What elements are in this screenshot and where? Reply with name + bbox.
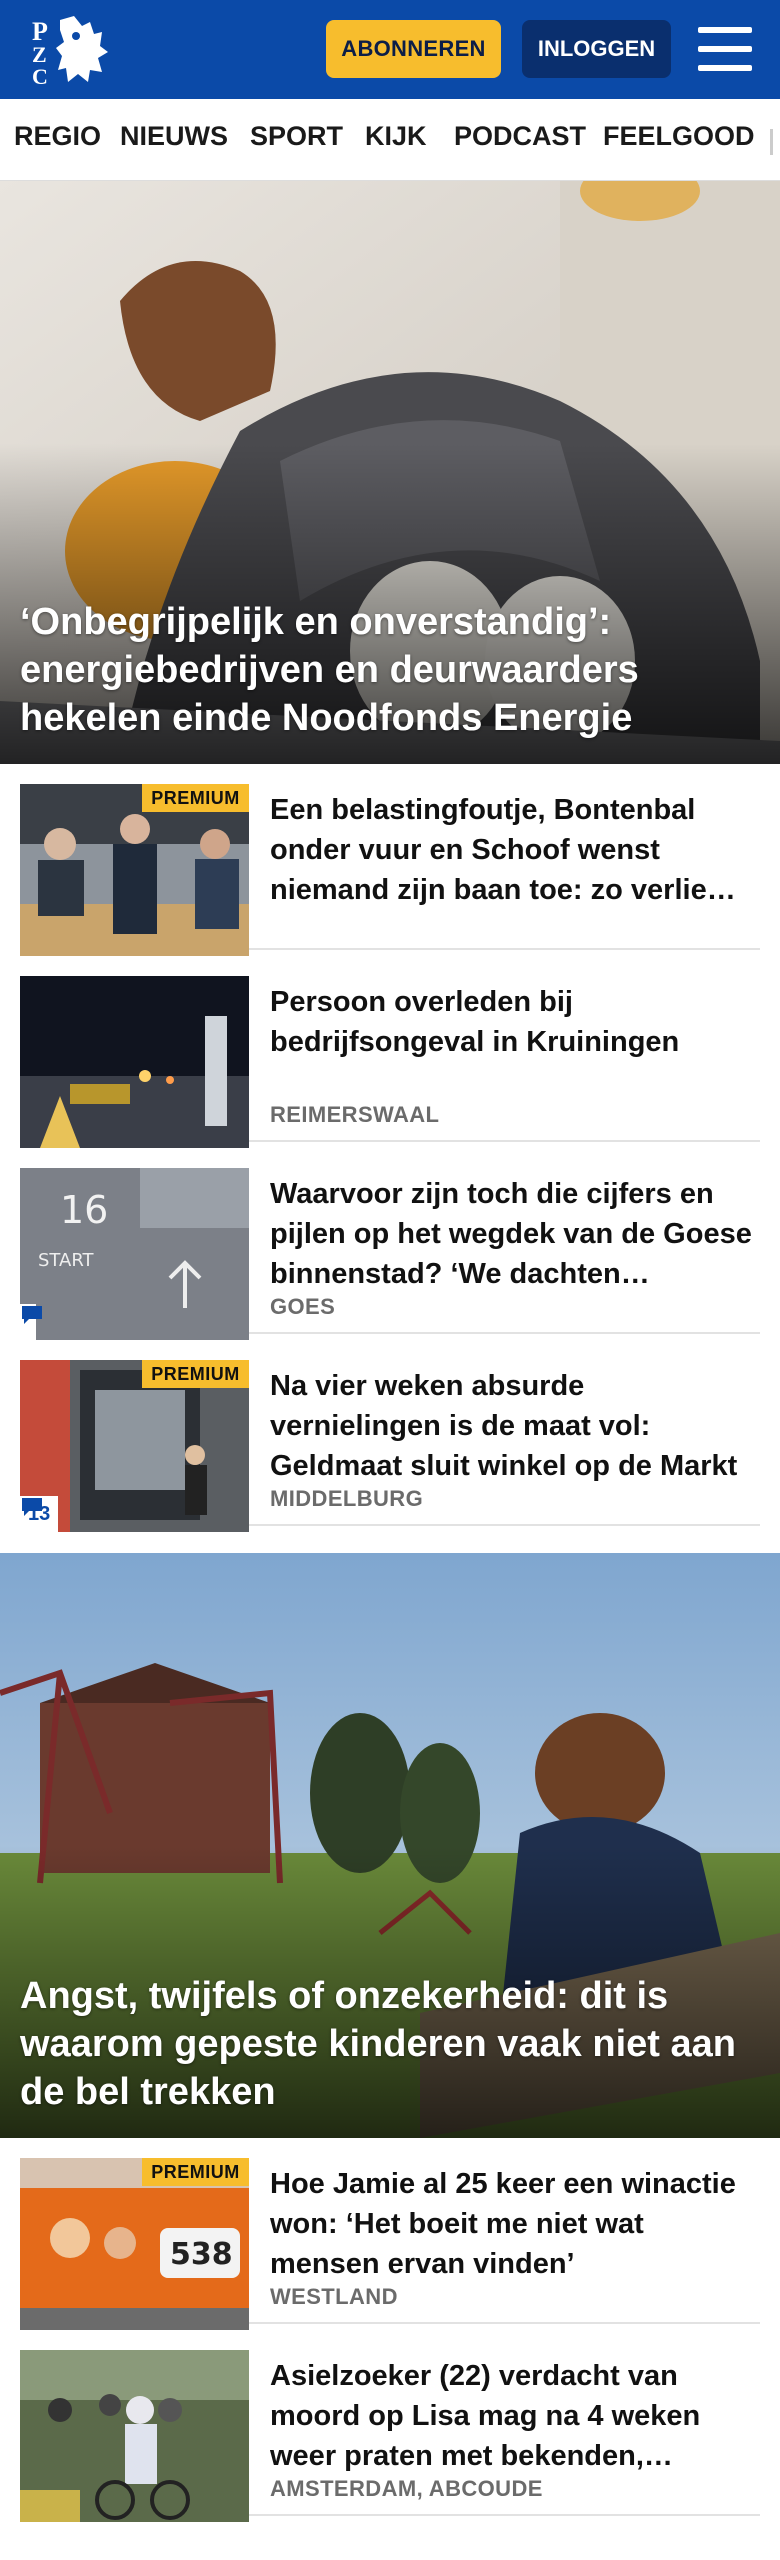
article-headline[interactable]: Na vier weken absurde vernielingen is de… bbox=[270, 1366, 760, 1486]
nav-item-kijk[interactable]: KIJK bbox=[365, 121, 427, 152]
list-item[interactable]: Persoon overleden bij bedrijfsongeval in… bbox=[20, 956, 760, 1148]
article-thumbnail: 538 PREMIUM bbox=[20, 2158, 249, 2330]
section-nav: REGIO NIEUWS SPORT KIJK PODCAST FEELGOOD bbox=[0, 99, 780, 181]
nav-item-nieuws[interactable]: NIEUWS bbox=[120, 121, 228, 152]
menu-icon[interactable] bbox=[698, 27, 752, 71]
article-thumbnail: 16 START bbox=[20, 1168, 249, 1340]
list-item[interactable]: 16 START Waarvoor zijn toch die cijfers … bbox=[20, 1148, 760, 1340]
premium-badge: PREMIUM bbox=[142, 2158, 249, 2186]
subscribe-button[interactable]: ABONNEREN bbox=[326, 20, 501, 78]
article-headline[interactable]: Een belastingfoutje, Bontenbal onder vuu… bbox=[270, 790, 760, 910]
nav-overflow-divider bbox=[770, 129, 773, 155]
comments-badge[interactable]: 13 bbox=[20, 1496, 59, 1532]
comments-badge[interactable] bbox=[20, 1304, 42, 1340]
hero-2-headline[interactable]: Angst, twijfels of onzekerheid: dit is w… bbox=[20, 1972, 756, 2116]
list-item[interactable]: 538 PREMIUM Hoe Jamie al 25 keer een win… bbox=[20, 2138, 760, 2330]
nav-item-regio[interactable]: REGIO bbox=[14, 121, 101, 152]
article-thumbnail: PREMIUM bbox=[20, 784, 249, 956]
article-thumbnail bbox=[20, 2350, 249, 2522]
article-region-tag[interactable]: GOES bbox=[270, 1294, 335, 1320]
list-item[interactable]: Asielzoeker (22) verdacht van moord op L… bbox=[20, 2330, 760, 2522]
comment-icon bbox=[22, 1306, 42, 1324]
nav-item-sport[interactable]: SPORT bbox=[250, 121, 343, 152]
article-region-tag[interactable]: REIMERSWAAL bbox=[270, 1102, 439, 1128]
article-thumbnail bbox=[20, 976, 249, 1148]
article-region-tag[interactable]: MIDDELBURG bbox=[270, 1486, 423, 1512]
article-region-tag[interactable]: WESTLAND bbox=[270, 2284, 398, 2310]
article-thumbnail: PREMIUM 13 bbox=[20, 1360, 249, 1532]
comment-icon bbox=[22, 1498, 42, 1516]
site-header: P Z C ABONNEREN INLOGGEN bbox=[0, 0, 780, 99]
login-button[interactable]: INLOGGEN bbox=[522, 20, 671, 78]
nav-item-podcast[interactable]: PODCAST bbox=[454, 121, 586, 152]
hero-article-2[interactable]: Angst, twijfels of onzekerheid: dit is w… bbox=[0, 1553, 780, 2138]
pzc-logo[interactable]: P Z C bbox=[30, 12, 112, 89]
hero-article-1[interactable]: ‘Onbegrijpelijk en onverstandig’: energi… bbox=[0, 181, 780, 764]
svg-text:C: C bbox=[32, 64, 48, 88]
premium-badge: PREMIUM bbox=[142, 784, 249, 812]
svg-text:16: 16 bbox=[60, 1188, 108, 1232]
nav-item-feelgood[interactable]: FEELGOOD bbox=[603, 121, 755, 152]
article-headline[interactable]: Hoe Jamie al 25 keer een winactie won: ‘… bbox=[270, 2164, 760, 2284]
hero-1-headline[interactable]: ‘Onbegrijpelijk en onverstandig’: energi… bbox=[20, 598, 756, 742]
article-headline[interactable]: Waarvoor zijn toch die cijfers en pijlen… bbox=[270, 1174, 760, 1294]
list-item[interactable]: PREMIUM Een belastingfoutje, Bontenbal o… bbox=[20, 764, 760, 956]
premium-badge: PREMIUM bbox=[142, 1360, 249, 1388]
svg-text:538: 538 bbox=[170, 2237, 233, 2272]
article-headline[interactable]: Asielzoeker (22) verdacht van moord op L… bbox=[270, 2356, 760, 2476]
article-headline[interactable]: Persoon overleden bij bedrijfsongeval in… bbox=[270, 982, 760, 1062]
list-item[interactable]: PREMIUM 13 Na vier weken absurde verniel… bbox=[20, 1340, 760, 1532]
svg-text:START: START bbox=[38, 1250, 95, 1271]
article-region-tag[interactable]: AMSTERDAM, ABCOUDE bbox=[270, 2476, 543, 2502]
